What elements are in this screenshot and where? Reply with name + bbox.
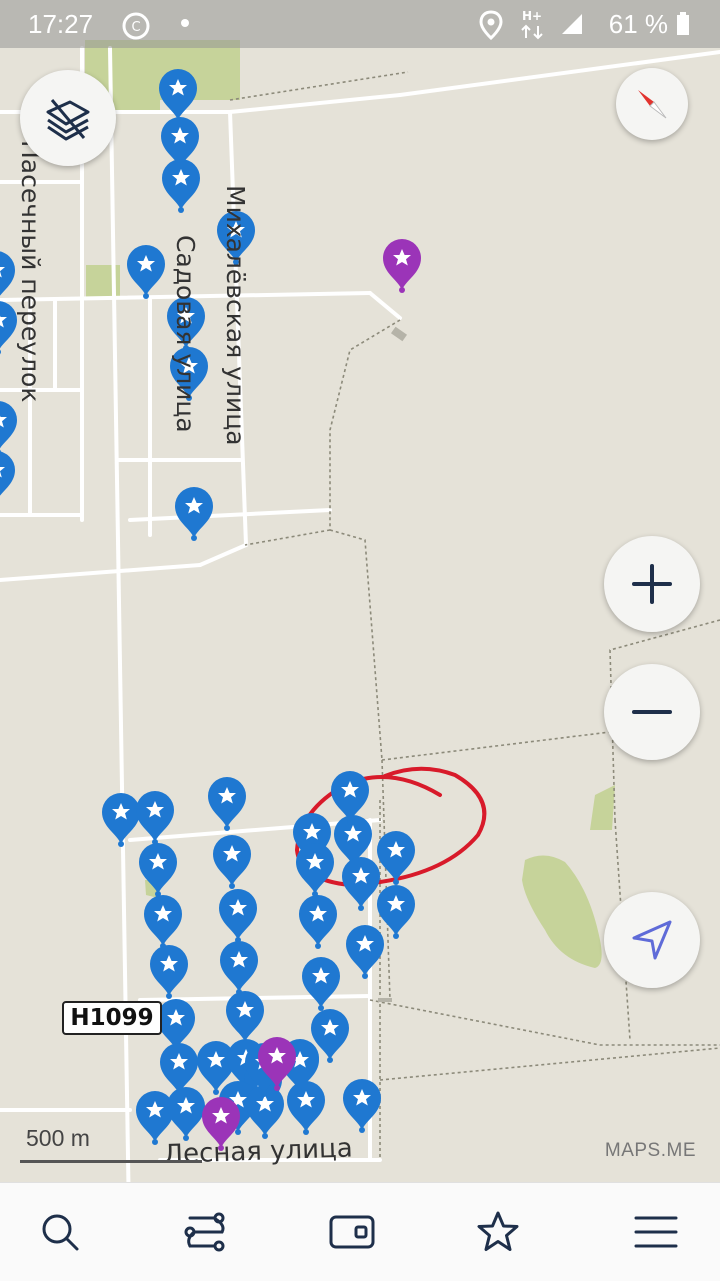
my-position-button[interactable] — [604, 892, 700, 988]
street-label-sadovaya: Садовая улица — [171, 235, 200, 433]
street-label-mikhalevskaya: Михалёвская улица — [221, 185, 250, 446]
bookmark-pin[interactable] — [377, 885, 415, 939]
bookmark-pins — [0, 69, 421, 1151]
battery-percent: 61 % — [608, 9, 668, 39]
menu-tab[interactable] — [616, 1183, 696, 1281]
bookmark-pin[interactable] — [150, 945, 188, 999]
bookmark-pin[interactable] — [0, 451, 15, 505]
bookmark-pin[interactable] — [159, 69, 197, 123]
bottom-toolbar — [0, 1182, 720, 1281]
zoom-out-icon — [632, 710, 672, 714]
scale-bar — [20, 1160, 202, 1163]
location-icon — [479, 10, 503, 40]
bookmark-pin[interactable] — [296, 843, 334, 897]
bookmark-pin-purple[interactable] — [383, 239, 421, 293]
scale-label: 500 m — [26, 1125, 90, 1151]
bookmark-pin[interactable] — [0, 301, 17, 355]
bookmark-pin[interactable] — [220, 941, 258, 995]
route-tab[interactable] — [166, 1183, 246, 1281]
layers-button[interactable] — [20, 70, 116, 166]
bookmark-pin[interactable] — [346, 925, 384, 979]
search-icon — [42, 1214, 79, 1251]
svg-text:C: C — [131, 20, 140, 35]
bookmarks-tab[interactable] — [458, 1183, 538, 1281]
network-hplus-icon: H+ — [521, 9, 543, 40]
layers-icon — [46, 99, 90, 141]
wallet-tab[interactable] — [312, 1183, 392, 1281]
bookmark-pin[interactable] — [0, 401, 17, 455]
compass-button[interactable] — [616, 68, 688, 140]
bookmark-pin[interactable] — [162, 159, 200, 213]
bookmark-pin[interactable] — [213, 835, 251, 889]
my-position-icon — [632, 920, 672, 960]
maps-me-attribution: MAPS.ME — [604, 1140, 696, 1161]
bookmark-pin[interactable] — [377, 831, 415, 885]
zoom-in-button[interactable] — [604, 536, 700, 632]
battery-icon — [677, 12, 689, 35]
bookmark-pin[interactable] — [299, 895, 337, 949]
bookmark-pin[interactable] — [139, 843, 177, 897]
sync-icon: C — [122, 12, 150, 40]
bookmark-pin[interactable] — [208, 777, 246, 831]
bookmark-pin[interactable] — [144, 895, 182, 949]
search-tab[interactable] — [20, 1183, 100, 1281]
route-icon — [184, 1212, 225, 1252]
menu-icon — [634, 1216, 678, 1248]
status-bar: 17:27 C H+ 61 % — [0, 0, 720, 48]
compass-icon — [638, 90, 667, 119]
svg-text:H+: H+ — [522, 9, 542, 23]
bookmark-pin[interactable] — [102, 793, 140, 847]
dot-icon — [181, 19, 189, 27]
bookmark-pin[interactable] — [342, 857, 380, 911]
zoom-out-button[interactable] — [604, 664, 700, 760]
bookmark-pin[interactable] — [175, 487, 213, 541]
bookmark-pin[interactable] — [136, 791, 174, 845]
wallet-icon — [329, 1215, 375, 1249]
bookmark-pin[interactable] — [302, 957, 340, 1011]
bookmark-pin[interactable] — [226, 991, 264, 1045]
bookmark-pin[interactable] — [127, 245, 165, 299]
signal-icon — [562, 14, 582, 34]
street-label-pasechny: Пасечный переулок — [16, 140, 45, 403]
bookmarks-icon — [477, 1211, 519, 1251]
bookmark-pin[interactable] — [343, 1079, 381, 1133]
bookmark-pin[interactable] — [331, 771, 369, 825]
bookmark-pin[interactable] — [167, 1087, 205, 1141]
status-time: 17:27 — [28, 9, 94, 39]
bookmark-pin[interactable] — [0, 251, 15, 305]
bookmark-pin[interactable] — [219, 889, 257, 943]
bookmark-pin[interactable] — [287, 1081, 325, 1135]
route-number-shield: H1099 — [62, 1001, 162, 1035]
zoom-in-icon — [632, 564, 672, 604]
